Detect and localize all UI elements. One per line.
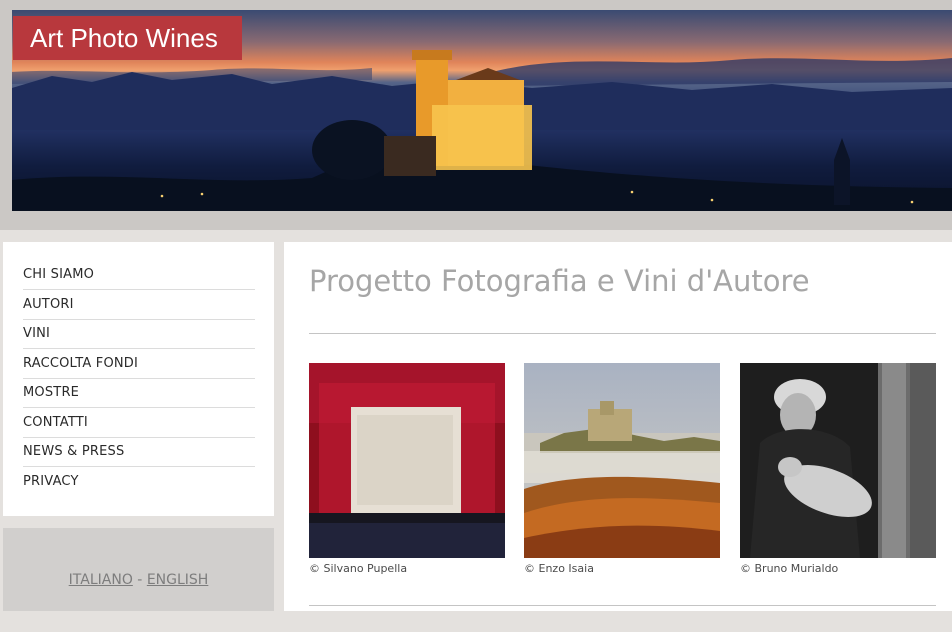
- sidebar-item-vini[interactable]: VINI: [23, 319, 255, 349]
- title-divider: [309, 333, 936, 334]
- language-switcher: ITALIANO - ENGLISH: [3, 528, 274, 611]
- photo-caption: © Bruno Murialdo: [740, 562, 839, 575]
- site-logo[interactable]: Art Photo Wines: [13, 16, 242, 60]
- bottom-divider: [309, 605, 936, 606]
- photo-silvano-pupella[interactable]: [309, 363, 505, 558]
- woman-with-lamb-bw-photo: [740, 363, 936, 558]
- sidebar-item-news-press[interactable]: NEWS & PRESS: [23, 437, 255, 467]
- page-title: Progetto Fotografia e Vini d'Autore: [309, 264, 810, 298]
- sidebar-menu: CHI SIAMO AUTORI VINI RACCOLTA FONDI MOS…: [3, 242, 274, 516]
- photo-enzo-isaia[interactable]: [524, 363, 720, 558]
- main-content: Progetto Fotografia e Vini d'Autore © Si…: [284, 242, 952, 611]
- photo-caption: © Silvano Pupella: [309, 562, 408, 575]
- photo-bruno-murialdo[interactable]: [740, 363, 936, 558]
- language-separator: -: [137, 572, 143, 588]
- castle-vineyard-landscape-photo: [524, 363, 720, 558]
- language-link-english[interactable]: ENGLISH: [147, 572, 209, 588]
- sidebar-item-raccolta-fondi[interactable]: RACCOLTA FONDI: [23, 349, 255, 379]
- sidebar-item-autori[interactable]: AUTORI: [23, 290, 255, 320]
- abstract-red-square-photo: [309, 363, 505, 558]
- sidebar-item-contatti[interactable]: CONTATTI: [23, 408, 255, 438]
- sidebar-item-mostre[interactable]: MOSTRE: [23, 378, 255, 408]
- sidebar-item-privacy[interactable]: PRIVACY: [23, 467, 255, 496]
- photo-caption: © Enzo Isaia: [524, 562, 594, 575]
- language-link-italiano[interactable]: ITALIANO: [69, 572, 133, 588]
- sidebar-item-chi-siamo[interactable]: CHI SIAMO: [23, 260, 255, 290]
